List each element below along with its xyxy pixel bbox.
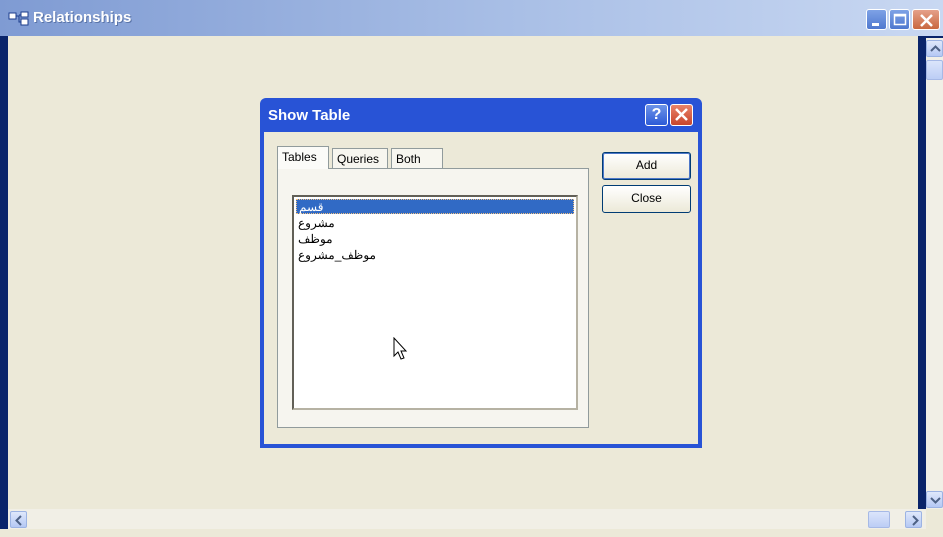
list-item[interactable]: مشروع <box>296 216 574 231</box>
mouse-pointer-icon <box>393 337 408 360</box>
horizontal-scroll-thumb[interactable] <box>868 511 890 528</box>
maximize-icon <box>893 13 907 26</box>
chevron-left-icon <box>15 515 22 526</box>
window-bottom-border <box>0 529 943 537</box>
dialog-body: Tables Queries Both قسم مشروع موظف موظف_… <box>264 132 698 444</box>
help-button[interactable]: ? <box>645 104 668 126</box>
list-item[interactable]: موظف <box>296 232 574 247</box>
minimize-button[interactable] <box>866 9 887 30</box>
maximize-button[interactable] <box>889 9 910 30</box>
dialog-title: Show Table <box>268 107 351 124</box>
chevron-down-icon <box>930 497 941 504</box>
close-icon <box>675 108 688 121</box>
close-icon <box>920 14 933 27</box>
scroll-left-button[interactable] <box>10 511 27 528</box>
tables-list[interactable]: قسم مشروع موظف موظف_مشروع <box>292 195 578 410</box>
scroll-right-button[interactable] <box>905 511 922 528</box>
scroll-up-button[interactable] <box>926 40 943 57</box>
help-icon: ? <box>651 106 662 123</box>
vertical-scroll-thumb[interactable] <box>926 60 943 80</box>
horizontal-scrollbar[interactable] <box>8 509 926 529</box>
list-item[interactable]: قسم <box>296 199 574 214</box>
minimize-icon <box>872 23 879 26</box>
list-item[interactable]: موظف_مشروع <box>296 248 574 263</box>
window-titlebar[interactable]: Relationships <box>0 0 943 36</box>
vertical-scrollbar[interactable] <box>926 38 943 509</box>
tables-tab-panel: قسم مشروع موظف موظف_مشروع <box>277 168 589 428</box>
tab-queries[interactable]: Queries <box>332 148 388 168</box>
dialog-close-button[interactable] <box>670 104 693 126</box>
scroll-down-button[interactable] <box>926 491 943 508</box>
tab-tables[interactable]: Tables <box>277 146 329 169</box>
show-table-dialog: Show Table ? Tables Queries Both قسم مشر… <box>260 98 702 448</box>
window-title: Relationships <box>33 9 132 26</box>
close-dialog-button[interactable]: Close <box>602 185 691 213</box>
add-button[interactable]: Add <box>602 152 691 180</box>
scrollbar-corner <box>926 509 943 529</box>
chevron-right-icon <box>912 515 919 526</box>
tab-both[interactable]: Both <box>391 148 443 168</box>
chevron-up-icon <box>930 45 941 52</box>
close-button[interactable] <box>912 9 940 30</box>
relationships-icon <box>8 11 30 27</box>
